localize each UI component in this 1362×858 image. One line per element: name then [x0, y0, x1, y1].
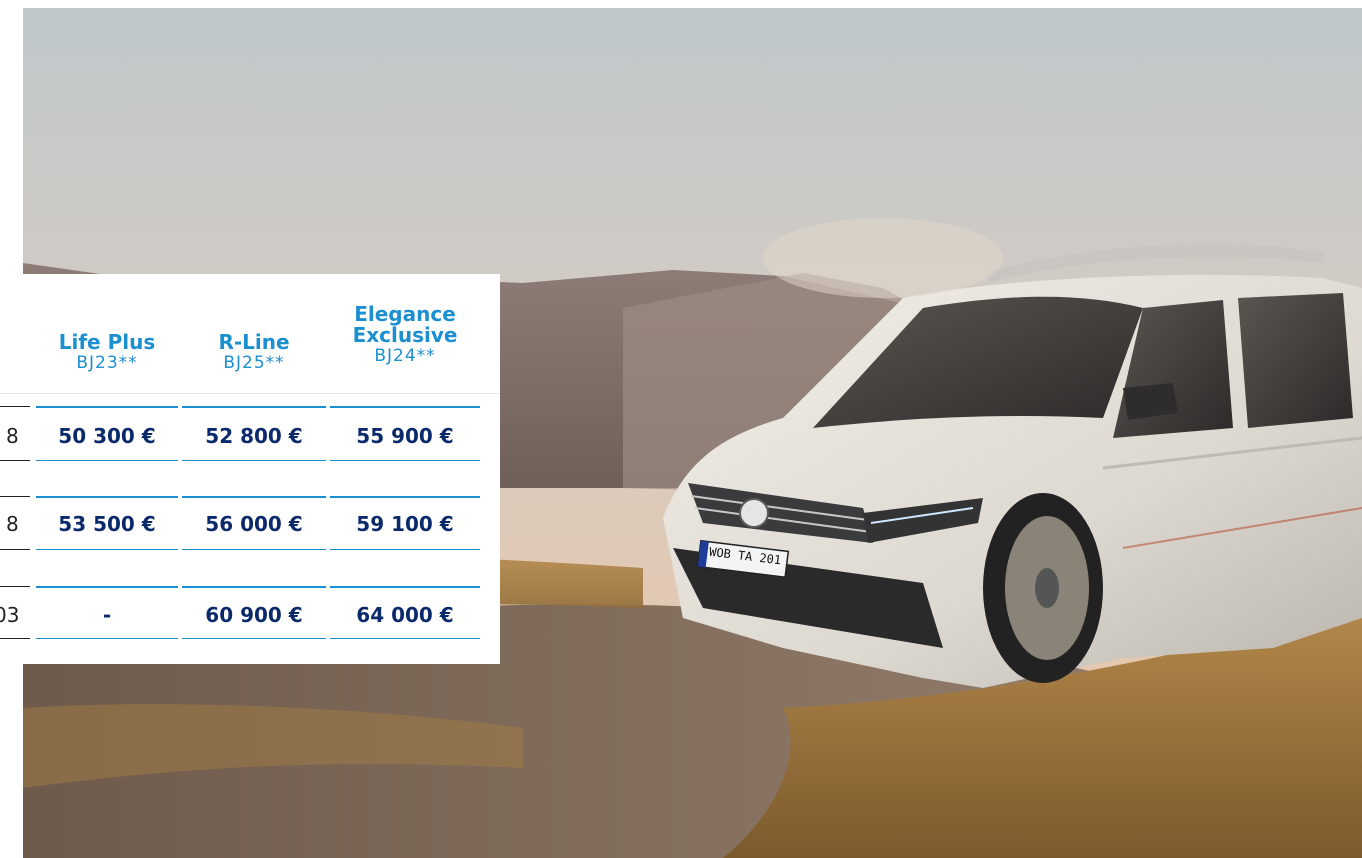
price-cell: 55 900 €	[356, 424, 454, 448]
row-rule	[330, 638, 480, 639]
price-cell: 53 500 €	[58, 512, 156, 536]
row-rule	[36, 496, 178, 498]
column-header-r-line: R-Line BJ25**	[182, 330, 326, 374]
price-cell: 52 800 €	[205, 424, 303, 448]
row-rule	[182, 406, 326, 408]
row-rule	[330, 460, 480, 461]
price-cell: 56 000 €	[205, 512, 303, 536]
header-divider	[0, 393, 500, 394]
row-rule	[0, 496, 30, 497]
row-rule	[0, 638, 30, 639]
row-rule	[330, 549, 480, 550]
column-name: Elegance Exclusive	[352, 302, 458, 347]
row-rule	[182, 549, 326, 550]
row-label: 03	[0, 603, 20, 627]
column-name: R-Line	[218, 330, 290, 354]
row-rule	[182, 586, 326, 588]
row-rule	[182, 496, 326, 498]
price-cell: 50 300 €	[58, 424, 156, 448]
row-rule	[36, 586, 178, 588]
column-year: BJ23**	[76, 353, 138, 373]
row-rule	[36, 549, 178, 550]
column-name: Life Plus	[58, 330, 156, 354]
row-rule	[0, 460, 30, 461]
column-year: BJ24**	[374, 346, 436, 366]
price-table-panel: Life Plus BJ23** R-Line BJ25** Elegance …	[0, 274, 500, 664]
row-rule	[0, 406, 30, 407]
row-rule	[330, 496, 480, 498]
row-rule	[182, 638, 326, 639]
row-rule	[330, 586, 480, 588]
row-label: 8	[6, 424, 19, 448]
price-cell: 64 000 €	[356, 603, 454, 627]
column-header-elegance-exclusive: Elegance Exclusive BJ24**	[330, 302, 480, 367]
price-cell: 60 900 €	[205, 603, 303, 627]
row-label: 8	[6, 512, 19, 536]
row-rule	[36, 638, 178, 639]
row-rule	[0, 549, 30, 550]
row-rule	[36, 460, 178, 461]
column-header-life-plus: Life Plus BJ23**	[36, 330, 178, 374]
row-rule	[330, 406, 480, 408]
row-rule	[0, 586, 30, 587]
page: WOB TA 201 Life Plus BJ23** R-Line BJ25*…	[0, 0, 1362, 858]
row-rule	[182, 460, 326, 461]
row-rule	[36, 406, 178, 408]
column-year: BJ25**	[223, 353, 285, 373]
price-cell: -	[102, 603, 112, 627]
price-cell: 59 100 €	[356, 512, 454, 536]
